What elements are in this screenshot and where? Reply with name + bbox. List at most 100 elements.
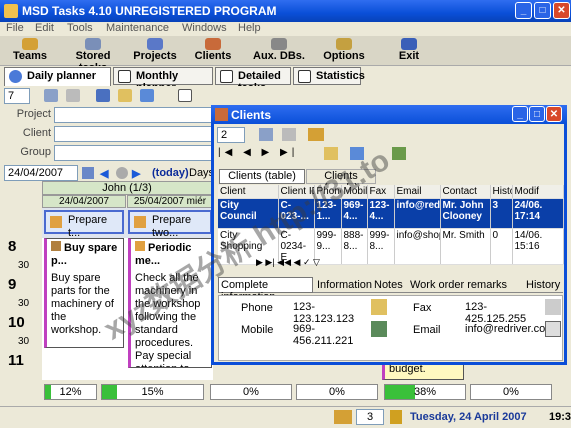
task-card[interactable]: Prepare t...	[44, 210, 124, 239]
group-icon[interactable]	[308, 128, 324, 141]
monitor-icon[interactable]	[96, 89, 110, 102]
delete-icon[interactable]	[282, 128, 296, 141]
export-icon[interactable]	[392, 147, 406, 160]
group-label: Group	[20, 146, 51, 158]
days-count-input[interactable]: 7	[4, 88, 30, 104]
hour-column: 8 30 9 30 10 30 11	[0, 238, 42, 378]
tab-monthly-planner[interactable]: Monthly planner	[113, 67, 213, 94]
progress-bar: 0%	[296, 384, 378, 400]
detail-tabs: Complete information Information Notes W…	[218, 277, 563, 303]
menu-windows[interactable]: Windows	[182, 22, 227, 34]
progress-bar: 38%	[384, 384, 466, 400]
tab-clients-table[interactable]: Clients (table)	[219, 169, 305, 184]
delete-icon[interactable]	[66, 89, 80, 102]
database-icon	[271, 38, 287, 50]
tab-statistics[interactable]: Statistics	[293, 67, 365, 85]
close-button[interactable]: ✕	[546, 106, 562, 122]
table-cell: 24/06. 17:14	[512, 198, 564, 229]
day-header-2: 25/04/2007 miér	[127, 195, 213, 208]
column-header[interactable]: Contact	[440, 185, 491, 199]
column-header[interactable]: Histo	[490, 185, 513, 199]
email-icon[interactable]	[545, 321, 561, 337]
tab-notes[interactable]: Notes	[372, 278, 405, 292]
task-icon	[135, 241, 145, 251]
tab-daily-planner[interactable]: Daily planner	[4, 67, 111, 86]
close-button[interactable]: ✕	[553, 2, 570, 19]
progress-label: 38%	[413, 386, 437, 398]
progress-bar: 15%	[101, 384, 204, 400]
home-icon[interactable]	[116, 167, 128, 179]
aux-dbs-button[interactable]: Aux. DBs.	[252, 36, 306, 66]
progress-bar: 0%	[210, 384, 292, 400]
progress-fill	[45, 385, 52, 399]
minimize-button[interactable]: _	[512, 106, 528, 122]
table-cell: 999-8...	[367, 228, 395, 265]
column-header[interactable]: Client	[218, 185, 279, 199]
projects-icon	[147, 38, 163, 50]
menu-maintenance[interactable]: Maintenance	[106, 22, 169, 34]
teams-button[interactable]: Teams	[8, 36, 52, 66]
progress-label: 12%	[59, 386, 82, 398]
projects-button[interactable]: Projects	[132, 36, 178, 66]
phone-icon[interactable]	[371, 299, 387, 315]
clients-title: Clients	[231, 108, 272, 122]
exit-icon	[401, 38, 417, 50]
client-field[interactable]	[54, 126, 214, 142]
exit-button[interactable]: Exit	[394, 36, 424, 66]
tab-detailed-tasks[interactable]: Detailed tasks	[215, 67, 291, 94]
main-toolbar: Teams Stored tasks Projects Clients Aux.…	[0, 36, 571, 74]
tab-work-order-remarks[interactable]: Work order remarks	[408, 278, 509, 292]
mobile-field[interactable]: 969-456.211.221	[291, 321, 367, 347]
menu-edit[interactable]: Edit	[35, 22, 54, 34]
title-bar: MSD Tasks 4.10 UNREGISTERED PROGRAM _ □ …	[0, 0, 571, 22]
edit-icon[interactable]	[259, 128, 273, 141]
column-header[interactable]: Email	[394, 185, 441, 199]
tab-information[interactable]: Information	[315, 278, 374, 292]
minute-label: 30	[18, 260, 30, 271]
stored-tasks-button[interactable]: Stored tasks	[62, 36, 124, 74]
minimize-button[interactable]: _	[515, 2, 532, 19]
status-date: Tuesday, 24 April 2007	[410, 411, 527, 423]
column-header[interactable]: Modif	[512, 185, 564, 199]
options-icon	[336, 38, 352, 50]
note-icon[interactable]	[118, 89, 132, 102]
calendar-icon[interactable]	[82, 167, 94, 179]
next-day-icon[interactable]: ▶	[132, 167, 140, 180]
options-button[interactable]: Options	[322, 36, 366, 66]
edit-icon[interactable]	[44, 89, 58, 102]
table-cell: 0	[490, 228, 513, 265]
mobile-icon[interactable]	[371, 321, 387, 337]
clients-button[interactable]: Clients	[192, 36, 234, 66]
tab-history[interactable]: History	[524, 278, 562, 292]
task-card[interactable]: Prepare two...	[128, 210, 212, 239]
fax-field[interactable]: 123-425.125.255	[463, 299, 543, 325]
menu-help[interactable]: Help	[238, 22, 261, 34]
copy-icon[interactable]	[178, 89, 192, 102]
detail-panel: Phone 123-123.123.123 Fax 123-425.125.25…	[218, 295, 563, 361]
add-icon[interactable]	[140, 89, 154, 102]
date-field[interactable]: 24/04/2007	[4, 165, 78, 181]
clients-title-bar: Clients _ □ ✕	[211, 105, 567, 124]
app-icon	[4, 4, 18, 18]
phone-field[interactable]: 123-123.123.123	[291, 299, 367, 325]
progress-bar: 0%	[470, 384, 552, 400]
window-title: MSD Tasks 4.10 UNREGISTERED PROGRAM	[22, 4, 277, 18]
group-field[interactable]	[54, 145, 214, 161]
clock-icon	[9, 70, 22, 83]
email-field[interactable]: info@redriver.com	[463, 321, 554, 337]
menu-tools[interactable]: Tools	[67, 22, 93, 34]
menu-file[interactable]: File	[6, 22, 24, 34]
record-navigator[interactable]: |◀ ◀ ▶ ▶|	[218, 147, 298, 158]
today-link[interactable]: (today)	[152, 167, 189, 179]
maximize-button[interactable]: □	[534, 2, 551, 19]
fax-icon[interactable]	[545, 299, 561, 315]
grid-navigator[interactable]: ▶ ▶| ◀◀ ◀ ✓ ▽	[256, 257, 320, 268]
project-field[interactable]	[54, 107, 214, 123]
table-cell: 123-4...	[367, 198, 395, 229]
phone-label: Phone	[241, 302, 273, 314]
prev-day-icon[interactable]: ◀	[100, 167, 108, 180]
tab-complete-information[interactable]: Complete information	[218, 277, 313, 303]
progress-label: 0%	[503, 386, 519, 398]
table-cell: 888-8...	[341, 228, 368, 265]
maximize-button[interactable]: □	[529, 106, 545, 122]
